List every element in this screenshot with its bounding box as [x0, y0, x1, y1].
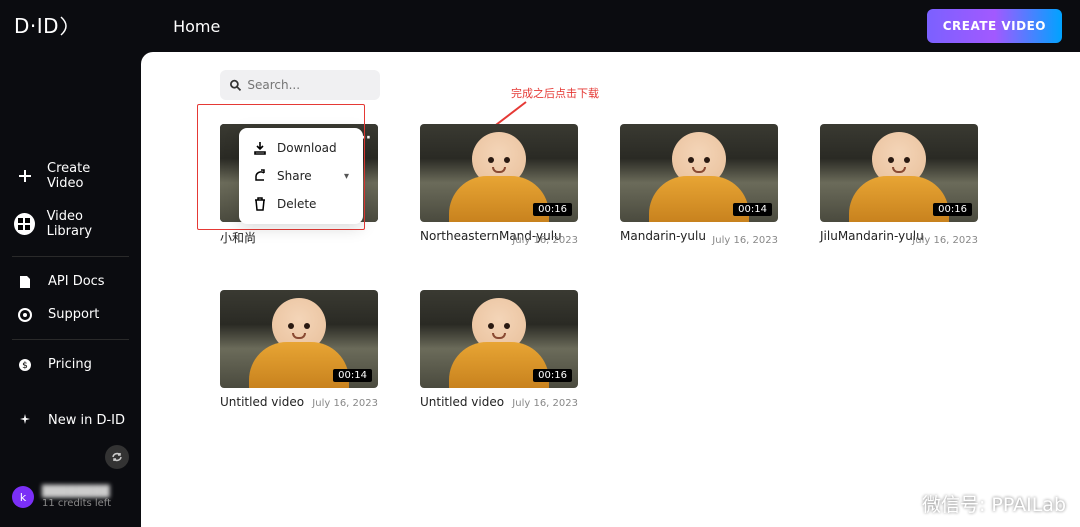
video-thumbnail[interactable]: 00:16 [420, 124, 578, 222]
doc-icon [14, 275, 36, 289]
video-card[interactable]: 00:16 NortheasternMand-yulu July 16, 202… [420, 124, 578, 246]
sidebar-item-api-docs[interactable]: API Docs [0, 265, 141, 298]
annotation-text: 完成之后点击下载 [511, 85, 599, 101]
video-card[interactable]: 00:14 Mandarin-yulu July 16, 2023 [620, 124, 778, 246]
sidebar-item-video-library[interactable]: Video Library [0, 200, 141, 248]
brand-logo: D·ID [14, 14, 73, 38]
sidebar-label: New in D-ID [48, 413, 125, 428]
video-card[interactable]: 00:16 Untitled video July 16, 2023 [420, 290, 578, 409]
video-thumbnail[interactable]: 00:14 [620, 124, 778, 222]
search-box[interactable] [220, 70, 380, 100]
download-icon [253, 141, 267, 155]
search-icon [230, 79, 241, 92]
share-icon [253, 169, 267, 183]
sidebar-item-pricing[interactable]: $ Pricing [0, 348, 141, 381]
duration-badge: 00:14 [733, 203, 772, 216]
page-title: Home [173, 17, 220, 36]
wechat-icon [890, 492, 914, 516]
menu-label: Download [277, 141, 337, 155]
menu-label: Delete [277, 197, 316, 211]
dollar-icon: $ [14, 358, 36, 372]
video-thumbnail[interactable]: 00:16 [820, 124, 978, 222]
divider [12, 256, 129, 257]
duration-badge: 00:16 [533, 369, 572, 382]
menu-item-delete[interactable]: Delete [239, 190, 363, 218]
video-date: July 16, 2023 [712, 235, 778, 246]
sidebar-label: Video Library [47, 209, 127, 239]
plus-icon [14, 169, 35, 183]
sparkle-icon [14, 414, 36, 428]
menu-item-download[interactable]: Download [239, 134, 363, 162]
duration-badge: 00:16 [933, 203, 972, 216]
sync-icon [111, 451, 123, 463]
sync-button[interactable] [105, 445, 129, 469]
help-icon [14, 308, 36, 322]
video-thumbnail[interactable]: 00:16 [420, 290, 578, 388]
sidebar-label: Create Video [47, 161, 127, 191]
menu-label: Share [277, 169, 312, 183]
sidebar-label: Pricing [48, 357, 92, 372]
duration-badge: 00:14 [333, 369, 372, 382]
sidebar: Create Video Video Library API Docs Supp… [0, 52, 141, 527]
video-thumbnail[interactable]: 00:14 [220, 290, 378, 388]
svg-text:$: $ [22, 361, 28, 371]
credits-left: 11 credits left [42, 498, 111, 509]
grid-icon [14, 213, 35, 235]
video-title: 小和尚 [220, 229, 378, 246]
sidebar-label: Support [48, 307, 99, 322]
main-panel: 完成之后点击下载 Download Share Delete ⋯ 小和尚 [141, 52, 1080, 527]
username: ████████ [42, 485, 111, 498]
divider [12, 339, 129, 340]
sidebar-item-create-video[interactable]: Create Video [0, 152, 141, 200]
duration-badge: 00:16 [533, 203, 572, 216]
create-video-button[interactable]: CREATE VIDEO [927, 9, 1062, 43]
menu-item-share[interactable]: Share [239, 162, 363, 190]
video-card[interactable]: 00:16 JiluMandarin-yulu July 16, 2023 [820, 124, 978, 246]
search-input[interactable] [247, 78, 370, 92]
context-menu: Download Share Delete [239, 128, 363, 224]
sidebar-item-new[interactable]: New in D-ID [0, 404, 141, 437]
avatar: k [12, 486, 34, 508]
video-date: July 16, 2023 [312, 398, 378, 409]
watermark: 微信号: PPAILab [890, 490, 1066, 517]
video-card[interactable]: 00:14 Untitled video July 16, 2023 [220, 290, 378, 409]
watermark-text: 微信号: PPAILab [922, 490, 1066, 517]
user-block[interactable]: k ████████ 11 credits left [0, 477, 141, 517]
sidebar-label: API Docs [48, 274, 105, 289]
video-date: July 16, 2023 [512, 398, 578, 409]
sidebar-item-support[interactable]: Support [0, 298, 141, 331]
trash-icon [253, 197, 267, 211]
logo-curve-icon [59, 15, 73, 37]
video-date: July 16, 2023 [912, 235, 978, 246]
header-bar: D·ID Home CREATE VIDEO [0, 0, 1080, 52]
video-date: July 16, 2023 [512, 235, 578, 246]
